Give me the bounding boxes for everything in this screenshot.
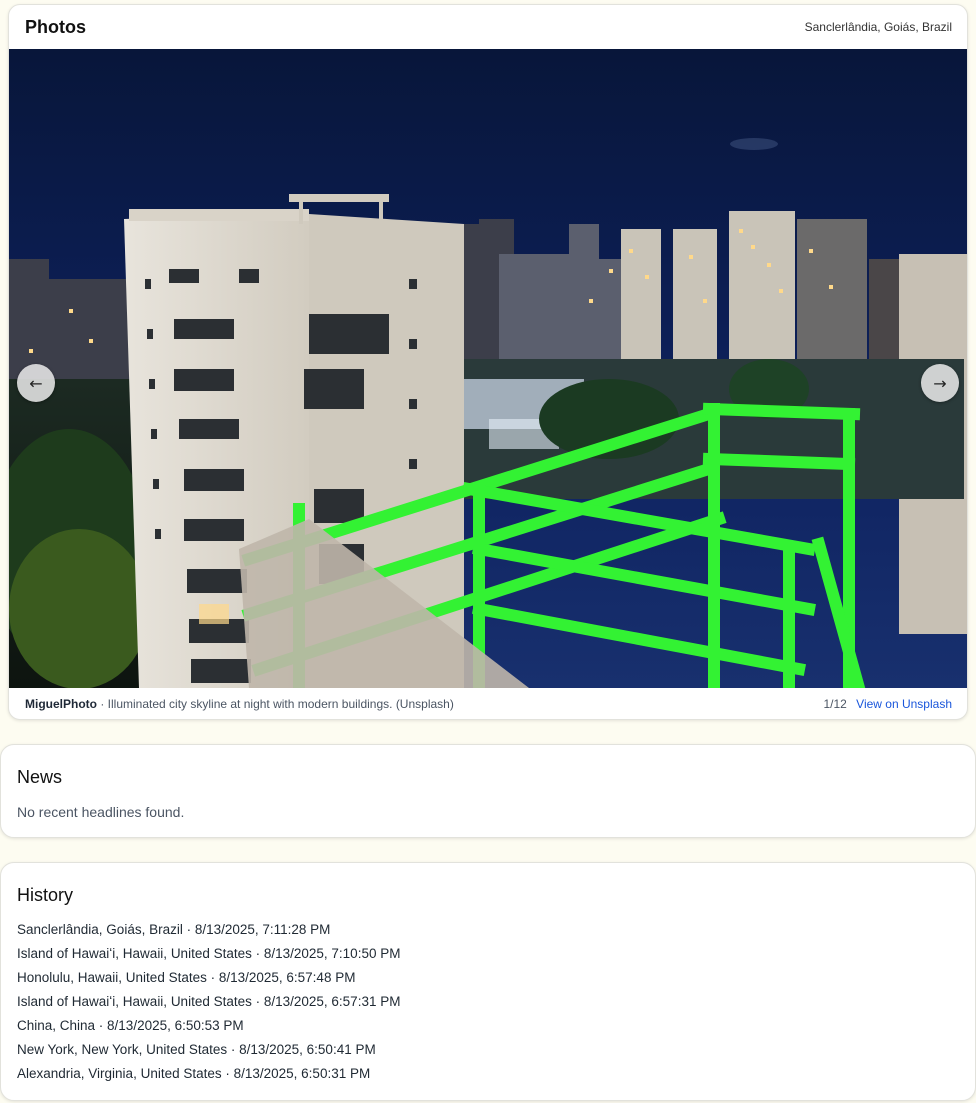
photo-caption: MiguelPhoto · Illuminated city skyline a… bbox=[9, 688, 967, 719]
news-card: News No recent headlines found. bbox=[0, 744, 976, 838]
photo-author: MiguelPhoto bbox=[25, 697, 97, 711]
photo-image: ← → bbox=[9, 49, 967, 688]
photo-credit: MiguelPhoto · Illuminated city skyline a… bbox=[25, 697, 454, 711]
photos-card: Photos Sanclerlândia, Goiás, Brazil ← → … bbox=[8, 4, 968, 720]
history-item: Honolulu, Hawaii, United States · 8/13/2… bbox=[17, 970, 356, 985]
history-item: Island of Hawaiʻi, Hawaii, United States… bbox=[17, 994, 401, 1009]
arrow-right-icon: → bbox=[933, 373, 947, 393]
arrow-left-icon: ← bbox=[29, 373, 43, 393]
history-title: History bbox=[17, 885, 74, 905]
history-list: Sanclerlândia, Goiás, Brazil · 8/13/2025… bbox=[17, 921, 400, 1089]
history-card: History Sanclerlândia, Goiás, Brazil · 8… bbox=[0, 862, 976, 1101]
previous-photo-button[interactable]: ← bbox=[17, 364, 55, 402]
photos-header: Photos Sanclerlândia, Goiás, Brazil bbox=[9, 5, 967, 49]
history-item: Alexandria, Virginia, United States · 8/… bbox=[17, 1066, 371, 1081]
next-photo-button[interactable]: → bbox=[921, 364, 959, 402]
news-title: News bbox=[17, 767, 63, 787]
history-item: Island of Hawaiʻi, Hawaii, United States… bbox=[17, 946, 401, 961]
photo-meta: 1/12 View on Unsplash bbox=[823, 697, 952, 711]
city-night-photo bbox=[9, 49, 967, 688]
photo-description: Illuminated city skyline at night with m… bbox=[107, 697, 454, 711]
photo-counter: 1/12 bbox=[823, 697, 847, 711]
history-item: China, China · 8/13/2025, 6:50:53 PM bbox=[17, 1018, 244, 1033]
photos-title: Photos bbox=[25, 17, 86, 37]
caption-separator: · bbox=[97, 697, 108, 711]
view-on-unsplash-link[interactable]: View on Unsplash bbox=[856, 697, 952, 711]
news-empty-message: No recent headlines found. bbox=[17, 804, 185, 820]
photos-location: Sanclerlândia, Goiás, Brazil bbox=[804, 20, 952, 34]
history-item: Sanclerlândia, Goiás, Brazil · 8/13/2025… bbox=[17, 922, 331, 937]
history-item: New York, New York, United States · 8/13… bbox=[17, 1042, 376, 1057]
